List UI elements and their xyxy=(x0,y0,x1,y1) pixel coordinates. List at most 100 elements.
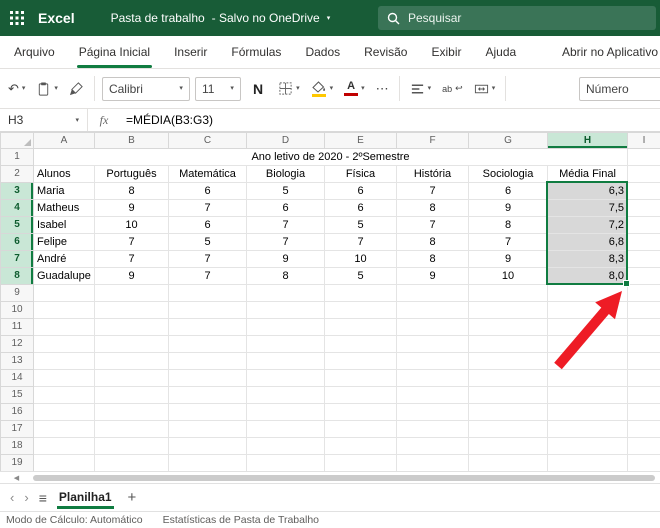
col-header-D[interactable]: D xyxy=(246,132,325,149)
cell-B10[interactable] xyxy=(94,301,169,319)
cell-E10[interactable] xyxy=(324,301,397,319)
cell-B8[interactable]: 9 xyxy=(94,267,169,285)
cell-E2[interactable]: Física xyxy=(324,165,397,183)
cell-C4[interactable]: 7 xyxy=(168,199,247,217)
cell-C19[interactable] xyxy=(168,454,247,471)
cell-D19[interactable] xyxy=(246,454,325,471)
cell-A19[interactable] xyxy=(33,454,95,471)
cell-E3[interactable]: 6 xyxy=(324,182,397,200)
row-header-2[interactable]: 2 xyxy=(0,165,34,183)
cell-E18[interactable] xyxy=(324,437,397,455)
cell-H2[interactable]: Média Final xyxy=(547,165,628,183)
cell-A17[interactable] xyxy=(33,420,95,438)
col-header-A[interactable]: A xyxy=(33,132,95,149)
cell-C6[interactable]: 5 xyxy=(168,233,247,251)
menu-ajuda[interactable]: Ajuda xyxy=(486,36,517,68)
col-header-B[interactable]: B xyxy=(94,132,169,149)
cell-F11[interactable] xyxy=(396,318,469,336)
cell-I3[interactable] xyxy=(627,182,660,200)
bold-button[interactable]: N xyxy=(246,78,270,100)
cell-B17[interactable] xyxy=(94,420,169,438)
document-title[interactable]: Pasta de trabalho - Salvo no OneDrive ▾ xyxy=(111,11,331,25)
app-name[interactable]: Excel xyxy=(38,10,75,26)
borders-button[interactable]: ▾ xyxy=(275,78,303,99)
cell-H19[interactable] xyxy=(547,454,628,471)
cell-H4[interactable]: 7,5 xyxy=(547,199,628,217)
font-name-select[interactable]: Calibri ▾ xyxy=(101,76,190,101)
cell-E5[interactable]: 5 xyxy=(324,216,397,234)
cell-F14[interactable] xyxy=(396,369,469,387)
row-header-15[interactable]: 15 xyxy=(0,386,34,404)
cell-B12[interactable] xyxy=(94,335,169,353)
cell-C2[interactable]: Matemática xyxy=(168,165,247,183)
format-painter-button[interactable] xyxy=(66,78,87,99)
cell-A14[interactable] xyxy=(33,369,95,387)
cell-H3[interactable]: 6,3 xyxy=(547,182,628,200)
menu-pagina-inicial[interactable]: Página Inicial xyxy=(76,36,153,68)
cell-I8[interactable] xyxy=(627,267,660,285)
cell-A4[interactable]: Matheus xyxy=(33,199,95,217)
cell-B9[interactable] xyxy=(94,284,169,302)
cell-I18[interactable] xyxy=(627,437,660,455)
col-header-F[interactable]: F xyxy=(396,132,469,149)
cell-A8[interactable]: Guadalupe xyxy=(33,267,95,285)
cell-F3[interactable]: 7 xyxy=(396,182,469,200)
cell-A11[interactable] xyxy=(33,318,95,336)
cell-F18[interactable] xyxy=(396,437,469,455)
cell-B14[interactable] xyxy=(94,369,169,387)
cell-G18[interactable] xyxy=(468,437,548,455)
name-box[interactable]: H3 ▾ xyxy=(0,109,88,131)
row-header-7[interactable]: 7 xyxy=(0,250,34,268)
cell-I1[interactable] xyxy=(627,148,660,166)
cell-G19[interactable] xyxy=(468,454,548,471)
row-header-9[interactable]: 9 xyxy=(0,284,34,302)
previous-sheet-button[interactable]: ‹ xyxy=(10,490,14,505)
cell-H6[interactable]: 6,8 xyxy=(547,233,628,251)
cell-G7[interactable]: 9 xyxy=(468,250,548,268)
paste-button[interactable]: ▾ xyxy=(33,78,61,100)
cell-H14[interactable] xyxy=(547,369,628,387)
cell-I19[interactable] xyxy=(627,454,660,471)
cell-G15[interactable] xyxy=(468,386,548,404)
cell-E12[interactable] xyxy=(324,335,397,353)
cell-H17[interactable] xyxy=(547,420,628,438)
cell-I5[interactable] xyxy=(627,216,660,234)
cell-H5[interactable]: 7,2 xyxy=(547,216,628,234)
cell-D4[interactable]: 6 xyxy=(246,199,325,217)
row-header-4[interactable]: 4 xyxy=(0,199,34,217)
cell-C17[interactable] xyxy=(168,420,247,438)
search-input[interactable] xyxy=(408,11,647,25)
fill-color-button[interactable]: ▾ xyxy=(308,78,337,100)
cell-B16[interactable] xyxy=(94,403,169,421)
cell-A2[interactable]: Alunos xyxy=(33,165,95,183)
cell-A15[interactable] xyxy=(33,386,95,404)
cell-E13[interactable] xyxy=(324,352,397,370)
menu-formulas[interactable]: Fórmulas xyxy=(231,36,281,68)
row-header-19[interactable]: 19 xyxy=(0,454,34,471)
cell-D14[interactable] xyxy=(246,369,325,387)
cell-I11[interactable] xyxy=(627,318,660,336)
cell-C5[interactable]: 6 xyxy=(168,216,247,234)
cell-D12[interactable] xyxy=(246,335,325,353)
cell-E15[interactable] xyxy=(324,386,397,404)
cell-F15[interactable] xyxy=(396,386,469,404)
cell-B4[interactable]: 9 xyxy=(94,199,169,217)
cell-B6[interactable]: 7 xyxy=(94,233,169,251)
row-header-11[interactable]: 11 xyxy=(0,318,34,336)
wrap-text-button[interactable]: ab ↩ xyxy=(439,80,466,97)
cell-F5[interactable]: 7 xyxy=(396,216,469,234)
cell-I2[interactable] xyxy=(627,165,660,183)
cell-D5[interactable]: 7 xyxy=(246,216,325,234)
cell-D17[interactable] xyxy=(246,420,325,438)
cell-E11[interactable] xyxy=(324,318,397,336)
number-format-select[interactable]: Número ▾ xyxy=(579,76,660,101)
menu-arquivo[interactable]: Arquivo xyxy=(14,36,55,68)
cell-D3[interactable]: 5 xyxy=(246,182,325,200)
cell-E16[interactable] xyxy=(324,403,397,421)
cell-F4[interactable]: 8 xyxy=(396,199,469,217)
app-launcher-button[interactable] xyxy=(0,0,34,36)
cell-A7[interactable]: André xyxy=(33,250,95,268)
cell-I15[interactable] xyxy=(627,386,660,404)
cell-G13[interactable] xyxy=(468,352,548,370)
row-header-6[interactable]: 6 xyxy=(0,233,34,251)
